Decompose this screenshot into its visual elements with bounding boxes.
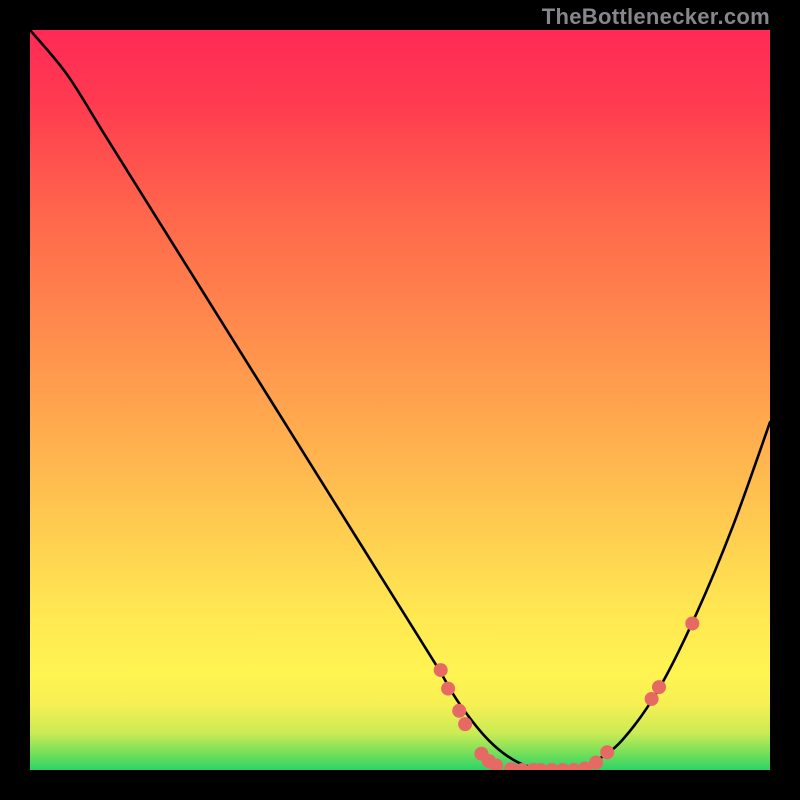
plot-area <box>30 30 770 770</box>
data-dot <box>645 692 659 706</box>
data-dot <box>441 682 455 696</box>
chart-container: TheBottlenecker.com <box>0 0 800 800</box>
data-dot <box>589 756 603 770</box>
data-dot <box>600 745 614 759</box>
data-dots <box>434 616 700 770</box>
curve-svg <box>30 30 770 770</box>
data-dot <box>652 680 666 694</box>
bottleneck-curve <box>30 30 770 770</box>
data-dot <box>685 616 699 630</box>
watermark-text: TheBottlenecker.com <box>542 4 770 30</box>
data-dot <box>452 704 466 718</box>
data-dot <box>434 663 448 677</box>
data-dot <box>458 717 472 731</box>
